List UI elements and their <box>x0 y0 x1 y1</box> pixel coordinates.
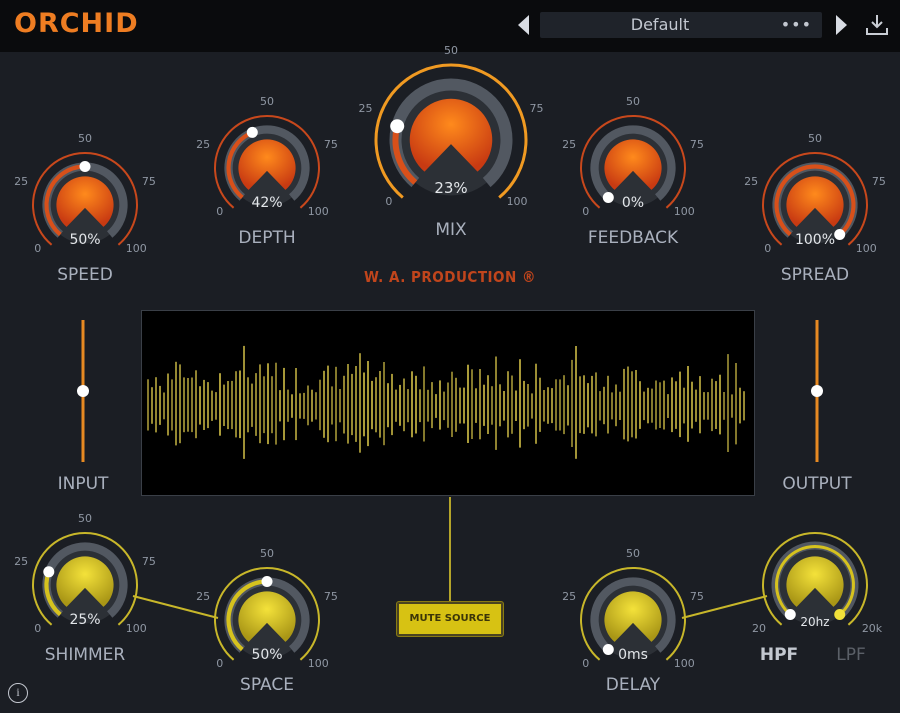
feedback-tick-min: 0 <box>582 205 590 219</box>
waveform-display <box>141 310 755 496</box>
speed-tick-25: 25 <box>14 174 29 188</box>
mix-tick-25: 25 <box>358 101 373 115</box>
knob-links <box>132 497 768 619</box>
spread-tick-25: 25 <box>744 174 759 188</box>
space-tick-max: 100 <box>307 657 329 671</box>
depth-tick-25: 25 <box>196 137 211 151</box>
shimmer-tick-25: 25 <box>14 554 29 568</box>
input-slider-handle[interactable] <box>77 385 89 397</box>
feedback-value: 0% <box>621 194 645 211</box>
mix-label: MIX <box>435 220 467 240</box>
shimmer-tick-min: 0 <box>34 622 42 636</box>
space-tick-75: 75 <box>323 589 338 603</box>
speed-tick-50: 50 <box>78 132 92 145</box>
depth-label: DEPTH <box>238 228 296 248</box>
delay-value: 0ms <box>618 646 648 663</box>
mix-tick-75: 75 <box>529 101 544 115</box>
delay-tick-75: 75 <box>689 589 704 603</box>
output-label: OUTPUT <box>782 474 852 494</box>
space-tick-min: 0 <box>216 657 224 671</box>
spread-tick-50: 50 <box>808 132 822 145</box>
input-slider[interactable] <box>77 320 89 462</box>
speed-value: 50% <box>69 231 101 248</box>
depth-tick-min: 0 <box>216 205 224 219</box>
input-label: INPUT <box>57 474 109 494</box>
space-value: 50% <box>251 646 283 663</box>
feedback-tick-75: 75 <box>689 137 704 151</box>
waveform <box>147 345 745 459</box>
filter-tick-max: 20k <box>861 622 883 635</box>
space-indicator[interactable] <box>261 576 273 587</box>
filter-tick-min: 20 <box>752 622 766 635</box>
filter-knob[interactable] <box>762 532 868 626</box>
brand-label: W. A. PRODUCTION ® <box>363 268 537 286</box>
speed-label: SPEED <box>57 265 113 285</box>
delay-tick-max: 100 <box>673 657 695 671</box>
feedback-tick-25: 25 <box>562 137 577 151</box>
space-tick-50: 50 <box>260 547 274 560</box>
lpf-label[interactable]: LPF <box>781 645 900 665</box>
delay-tick-50: 50 <box>626 547 640 560</box>
spread-tick-max: 100 <box>855 242 877 256</box>
shimmer-indicator[interactable] <box>43 566 55 578</box>
speed-indicator[interactable] <box>79 161 91 172</box>
mix-tick-50: 50 <box>444 44 458 57</box>
shimmer-tick-50: 50 <box>78 512 92 525</box>
mix-value: 23% <box>434 179 468 198</box>
delay-tick-min: 0 <box>582 657 590 671</box>
speed-tick-max: 100 <box>125 242 147 256</box>
feedback-tick-50: 50 <box>626 95 640 108</box>
depth-tick-75: 75 <box>323 137 338 151</box>
shimmer-tick-75: 75 <box>141 554 156 568</box>
delay-tick-25: 25 <box>562 589 577 603</box>
speed-tick-75: 75 <box>141 174 156 188</box>
depth-indicator[interactable] <box>246 126 258 138</box>
shimmer-tick-max: 100 <box>125 622 147 636</box>
mix-tick-min: 0 <box>385 195 393 209</box>
filter-value: 20hz <box>800 615 830 629</box>
spread-tick-75: 75 <box>871 174 886 188</box>
spread-value: 100% <box>794 231 836 248</box>
space-tick-25: 25 <box>196 589 211 603</box>
shimmer-value: 25% <box>69 611 101 628</box>
info-icon[interactable]: i <box>8 683 28 703</box>
shimmer-label: SHIMMER <box>44 645 126 665</box>
output-slider-handle[interactable] <box>811 385 823 397</box>
feedback-label: FEEDBACK <box>587 228 679 248</box>
depth-tick-50: 50 <box>260 95 274 108</box>
mix-indicator[interactable] <box>390 119 405 134</box>
mix-tick-max: 100 <box>506 195 528 209</box>
space-label: SPACE <box>240 675 294 695</box>
speed-tick-min: 0 <box>34 242 42 256</box>
output-slider[interactable] <box>811 320 823 462</box>
depth-tick-max: 100 <box>307 205 329 219</box>
feedback-tick-max: 100 <box>673 205 695 219</box>
depth-value: 42% <box>251 194 283 211</box>
spread-tick-min: 0 <box>764 242 772 256</box>
delay-label: DELAY <box>605 675 661 695</box>
mix-knob[interactable] <box>374 63 528 199</box>
mute-source-button[interactable]: MUTE SOURCE <box>397 602 503 636</box>
spread-label: SPREAD <box>780 265 850 285</box>
